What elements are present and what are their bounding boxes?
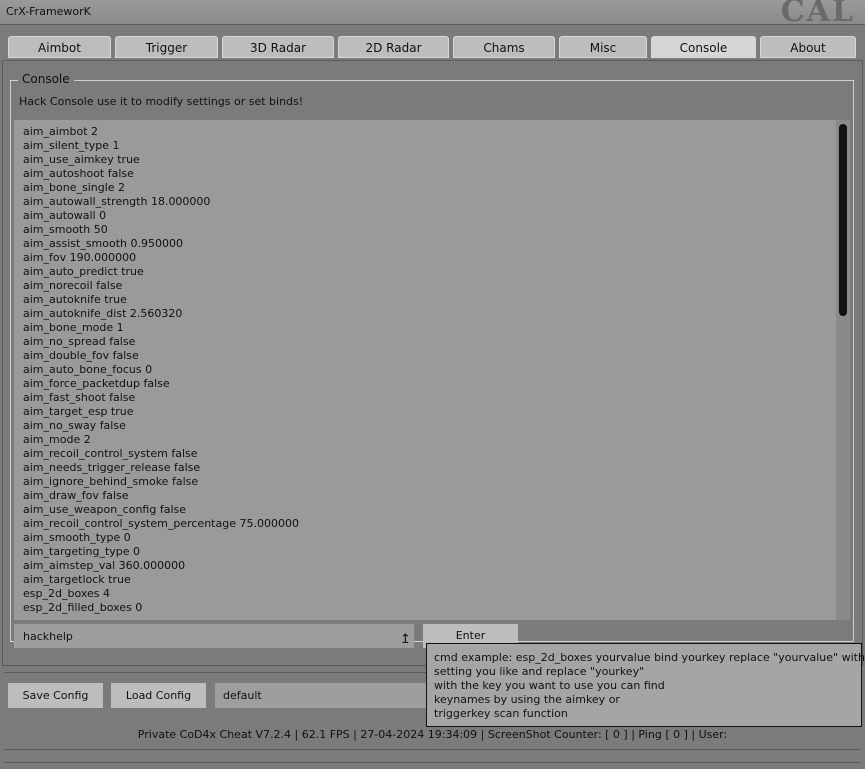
console-line: aim_mode 2 [23, 433, 91, 446]
console-line: aim_smooth 50 [23, 223, 108, 236]
console-line: aim_target_esp true [23, 405, 134, 418]
logo-watermark: CAL [780, 0, 855, 29]
tab-misc[interactable]: Misc [559, 36, 647, 58]
tooltip-line: with the key you want to use you can fin… [434, 679, 665, 692]
tooltip-line: cmd example: esp_2d_boxes yourvalue bind… [434, 651, 865, 664]
console-line: aim_recoil_control_system false [23, 447, 198, 460]
tooltip-line: keynames by using the aimkey or [434, 693, 620, 706]
console-line: aim_fov 190.000000 [23, 251, 137, 264]
console-line: aim_silent_type 1 [23, 139, 120, 152]
command-input[interactable] [14, 624, 414, 648]
console-line: aim_recoil_control_system_percentage 75.… [23, 517, 299, 530]
tab-3d-radar[interactable]: 3D Radar [222, 36, 334, 58]
console-lines: aim_aimbot 2 aim_silent_type 1 aim_use_aim… [23, 125, 299, 615]
command-tooltip: cmd example: esp_2d_boxes yourvalue bind… [426, 643, 865, 727]
console-line: aim_autoshoot false [23, 167, 134, 180]
tab-console[interactable]: Console [651, 36, 756, 58]
tab-trigger[interactable]: Trigger [115, 36, 218, 58]
title-bar: CrX-FrameworK CAL [0, 0, 865, 29]
console-line: aim_use_weapon_config false [23, 503, 186, 516]
console-line: aim_aimbot 2 [23, 125, 99, 138]
console-line: aim_bone_mode 1 [23, 321, 124, 334]
console-line: aim_auto_bone_focus 0 [23, 363, 153, 376]
console-line: aim_use_aimkey true [23, 153, 140, 166]
console-line: aim_double_fov false [23, 349, 139, 362]
tab-2d-radar[interactable]: 2D Radar [338, 36, 449, 58]
console-line: aim_autowall_strength 18.000000 [23, 195, 211, 208]
scrollbar-thumb[interactable] [839, 124, 847, 316]
tooltip-line: setting you like and replace "yourkey" [434, 665, 645, 678]
console-output[interactable]: aim_aimbot 2 aim_silent_type 1 aim_use_aim… [14, 120, 850, 620]
tooltip-line: triggerkey scan function [434, 707, 568, 720]
group-title: Console [18, 72, 74, 86]
console-line: aim_bone_single 2 [23, 181, 126, 194]
console-line: aim_needs_trigger_release false [23, 461, 201, 474]
status-bar: Private CoD4x Cheat V7.2.4 | 62.1 FPS | … [137, 728, 728, 741]
console-line: aim_autowall 0 [23, 209, 107, 222]
separator [4, 762, 861, 763]
console-line: aim_force_packetdup false [23, 377, 170, 390]
separator [4, 749, 861, 750]
console-line: aim_smooth_type 0 [23, 531, 131, 544]
tab-about[interactable]: About [760, 36, 856, 58]
console-line: esp_2d_boxes 4 [23, 587, 111, 600]
console-line: aim_no_spread false [23, 335, 136, 348]
console-line: aim_draw_fov false [23, 489, 129, 502]
save-config-button[interactable]: Save Config [8, 683, 103, 708]
console-line: aim_auto_predict true [23, 265, 144, 278]
console-line: aim_ignore_behind_smoke false [23, 475, 199, 488]
console-line: aim_fast_shoot false [23, 391, 136, 404]
console-scrollbar[interactable] [836, 120, 850, 620]
config-name-input[interactable] [215, 683, 435, 708]
console-line: esp_2d_filled_boxes 0 [23, 601, 143, 614]
tab-bar: Aimbot Trigger 3D Radar 2D Radar Chams M… [0, 36, 865, 60]
load-config-button[interactable]: Load Config [111, 683, 206, 708]
console-line: aim_targeting_type 0 [23, 545, 141, 558]
console-description: Hack Console use it to modify settings o… [19, 95, 304, 108]
text-cursor-icon: ↥ [400, 632, 411, 647]
console-line: aim_aimstep_val 360.000000 [23, 559, 186, 572]
console-line: aim_norecoil false [23, 279, 123, 292]
console-line: aim_assist_smooth 0.950000 [23, 237, 183, 250]
tab-chams[interactable]: Chams [453, 36, 555, 58]
console-line: aim_autoknife true [23, 293, 127, 306]
console-line: aim_autoknife_dist 2.560320 [23, 307, 183, 320]
window-title: CrX-FrameworK [6, 5, 91, 18]
console-line: aim_no_sway false [23, 419, 126, 432]
console-line: aim_targetlock true [23, 573, 131, 586]
tab-aimbot[interactable]: Aimbot [8, 36, 111, 58]
